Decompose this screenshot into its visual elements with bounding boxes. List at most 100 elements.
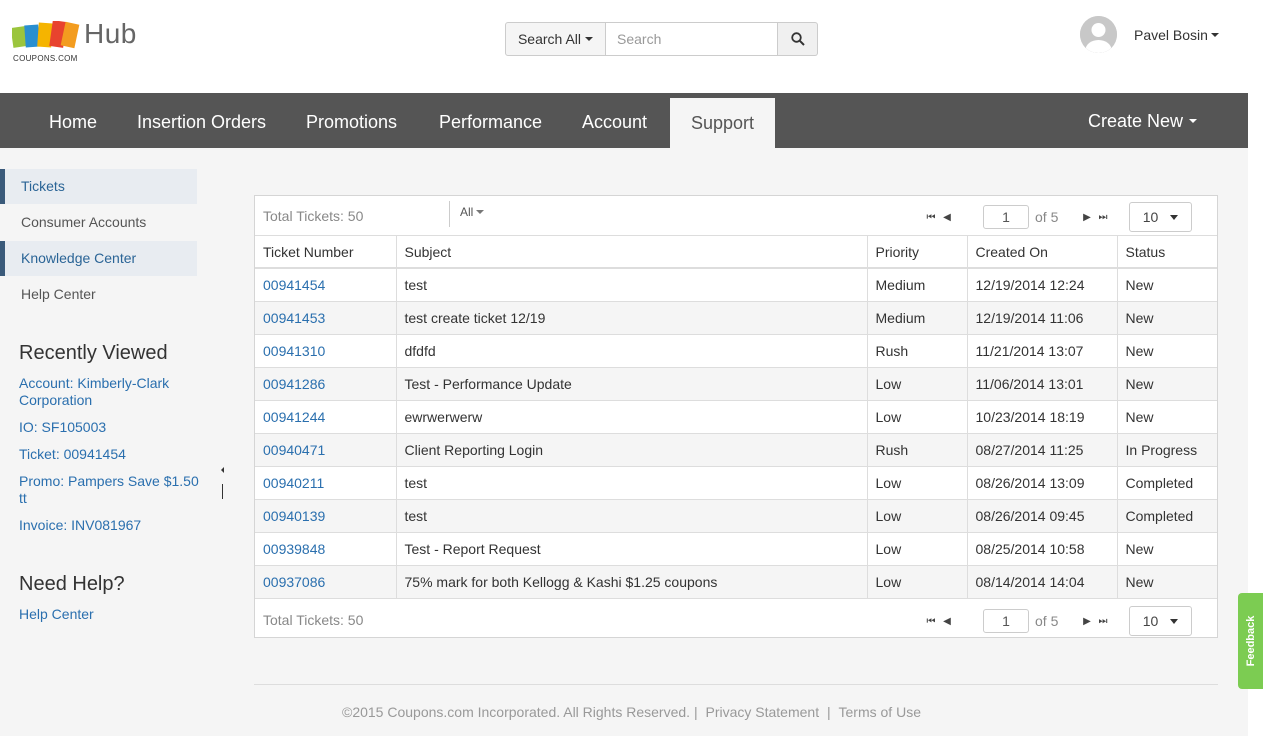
first-page-icon[interactable]: ⏮ xyxy=(923,616,939,627)
page-count-label: of 5 xyxy=(1035,209,1059,225)
user-menu[interactable]: Pavel Bosin xyxy=(1080,16,1219,53)
ticket-number-link[interactable]: 00941244 xyxy=(255,400,397,434)
ticket-number-link[interactable]: 00941453 xyxy=(255,301,397,335)
ticket-number-link[interactable]: 00939848 xyxy=(255,532,397,566)
ticket-created-on: 08/14/2014 14:04 xyxy=(967,565,1118,599)
ticket-number-link[interactable]: 00941286 xyxy=(255,367,397,401)
table-row[interactable]: 00940471 Client Reporting Login Rush 08/… xyxy=(255,433,1217,467)
feedback-tab[interactable]: Feedback xyxy=(1238,593,1263,689)
prev-page-icon[interactable]: ◀ xyxy=(939,212,955,223)
sidebar-resize-handle[interactable] xyxy=(222,484,223,499)
next-page-icon[interactable]: ▶ xyxy=(1079,212,1095,223)
search-scope-dropdown[interactable]: Search All xyxy=(505,22,606,56)
chevron-down-icon xyxy=(1210,32,1219,37)
table-row[interactable]: 00941286 Test - Performance Update Low 1… xyxy=(255,367,1217,401)
page-size-value: 10 xyxy=(1142,613,1159,629)
ticket-created-on: 08/26/2014 13:09 xyxy=(967,466,1118,500)
last-page-icon[interactable]: ⏭ xyxy=(1095,212,1111,223)
ticket-status: New xyxy=(1117,532,1217,566)
col-priority[interactable]: Priority xyxy=(867,236,968,269)
ticket-priority: Low xyxy=(867,532,968,566)
recent-link-io[interactable]: IO: SF105003 xyxy=(19,419,199,436)
sidebar-item-knowledge-center[interactable]: Knowledge Center xyxy=(0,241,197,276)
search-group: Search All xyxy=(505,22,818,56)
ticket-number-link[interactable]: 00941310 xyxy=(255,334,397,368)
col-status[interactable]: Status xyxy=(1117,236,1217,269)
nav-insertion-orders[interactable]: Insertion Orders xyxy=(137,93,266,148)
page-number-input[interactable] xyxy=(983,609,1029,633)
ticket-number-link[interactable]: 00940471 xyxy=(255,433,397,467)
sidebar-item-tickets[interactable]: Tickets xyxy=(0,169,197,204)
pagination: ⏮ ◀ of 5 ▶ ⏭ xyxy=(923,205,1111,229)
toolbar-divider xyxy=(449,201,450,227)
ticket-number-link[interactable]: 00940211 xyxy=(255,466,397,500)
table-row[interactable]: 00937086 75% mark for both Kellogg & Kas… xyxy=(255,565,1217,599)
create-new-dropdown[interactable]: Create New xyxy=(1088,93,1198,148)
terms-link[interactable]: Terms of Use xyxy=(839,704,921,720)
sidebar-item-help-center[interactable]: Help Center xyxy=(0,277,197,312)
logo-hub-text: Hub xyxy=(84,18,137,49)
ticket-created-on: 11/06/2014 13:01 xyxy=(967,367,1118,401)
prev-page-icon[interactable]: ◀ xyxy=(939,616,955,627)
recent-link-account[interactable]: Account: Kimberly-Clark Corporation xyxy=(19,375,199,409)
ticket-created-on: 12/19/2014 11:06 xyxy=(967,301,1118,335)
help-center-link[interactable]: Help Center xyxy=(19,606,199,623)
footer-separator: | xyxy=(826,704,831,720)
page-number-input[interactable] xyxy=(983,205,1029,229)
chevron-down-icon xyxy=(1189,118,1198,123)
recent-link-promo[interactable]: Promo: Pampers Save $1.50 tt xyxy=(19,473,199,507)
page-size-value: 10 xyxy=(1142,209,1159,225)
ticket-created-on: 08/25/2014 10:58 xyxy=(967,532,1118,566)
user-name[interactable]: Pavel Bosin xyxy=(1134,27,1219,43)
ticket-status: New xyxy=(1117,301,1217,335)
ticket-status: Completed xyxy=(1117,466,1217,500)
header: Hub COUPONS.COM Search All Pavel Bosin xyxy=(0,0,1263,93)
nav-performance[interactable]: Performance xyxy=(439,93,542,148)
sidebar-item-consumer-accounts[interactable]: Consumer Accounts xyxy=(0,205,197,240)
coupons-logo-icon xyxy=(12,21,80,49)
nav-home[interactable]: Home xyxy=(49,93,97,148)
search-input[interactable] xyxy=(606,22,778,56)
ticket-subject: test xyxy=(396,499,868,533)
tickets-footer-toolbar: Total Tickets: 50 ⏮ ◀ of 5 ▶ ⏭ 10 xyxy=(255,599,1217,637)
next-page-icon[interactable]: ▶ xyxy=(1079,616,1095,627)
table-row[interactable]: 00939848 Test - Report Request Low 08/25… xyxy=(255,532,1217,566)
table-row[interactable]: 00941310 dfdfd Rush 11/21/2014 13:07 New xyxy=(255,334,1217,368)
ticket-subject: ewrwerwerw xyxy=(396,400,868,434)
chevron-down-icon xyxy=(585,37,594,41)
last-page-icon[interactable]: ⏭ xyxy=(1095,616,1111,627)
ticket-subject: test xyxy=(396,466,868,500)
collapse-sidebar-icon[interactable] xyxy=(221,467,224,473)
ticket-subject: Client Reporting Login xyxy=(396,433,868,467)
col-subject[interactable]: Subject xyxy=(396,236,868,269)
ticket-number-link[interactable]: 00941454 xyxy=(255,268,397,302)
status-filter-label: All xyxy=(460,205,474,219)
ticket-number-link[interactable]: 00937086 xyxy=(255,565,397,599)
col-ticket-number[interactable]: Ticket Number xyxy=(255,236,397,269)
first-page-icon[interactable]: ⏮ xyxy=(923,212,939,223)
table-row[interactable]: 00941454 test Medium 12/19/2014 12:24 Ne… xyxy=(255,268,1217,302)
table-row[interactable]: 00940211 test Low 08/26/2014 13:09 Compl… xyxy=(255,466,1217,500)
col-created-on[interactable]: Created On xyxy=(967,236,1118,269)
ticket-priority: Rush xyxy=(867,433,968,467)
table-row[interactable]: 00941244 ewrwerwerw Low 10/23/2014 18:19… xyxy=(255,400,1217,434)
ticket-subject: 75% mark for both Kellogg & Kashi $1.25 … xyxy=(396,565,868,599)
page-size-select[interactable]: 10 xyxy=(1129,202,1192,232)
privacy-link[interactable]: Privacy Statement xyxy=(705,704,819,720)
ticket-number-link[interactable]: 00940139 xyxy=(255,499,397,533)
nav-account[interactable]: Account xyxy=(582,93,647,148)
table-row[interactable]: 00941453 test create ticket 12/19 Medium… xyxy=(255,301,1217,335)
nav-support[interactable]: Support xyxy=(670,98,775,148)
ticket-status: New xyxy=(1117,400,1217,434)
total-tickets-label: Total Tickets: 50 xyxy=(263,612,364,628)
table-row[interactable]: 00940139 test Low 08/26/2014 09:45 Compl… xyxy=(255,499,1217,533)
recent-link-invoice[interactable]: Invoice: INV081967 xyxy=(19,517,199,534)
nav-promotions[interactable]: Promotions xyxy=(306,93,397,148)
search-button[interactable] xyxy=(778,22,818,56)
recent-link-ticket[interactable]: Ticket: 00941454 xyxy=(19,446,199,463)
status-filter-dropdown[interactable]: All xyxy=(460,205,485,219)
hub-logo[interactable]: Hub COUPONS.COM xyxy=(12,18,152,66)
avatar xyxy=(1080,16,1117,53)
page-size-select[interactable]: 10 xyxy=(1129,606,1192,636)
user-avatar-icon xyxy=(1080,16,1117,53)
